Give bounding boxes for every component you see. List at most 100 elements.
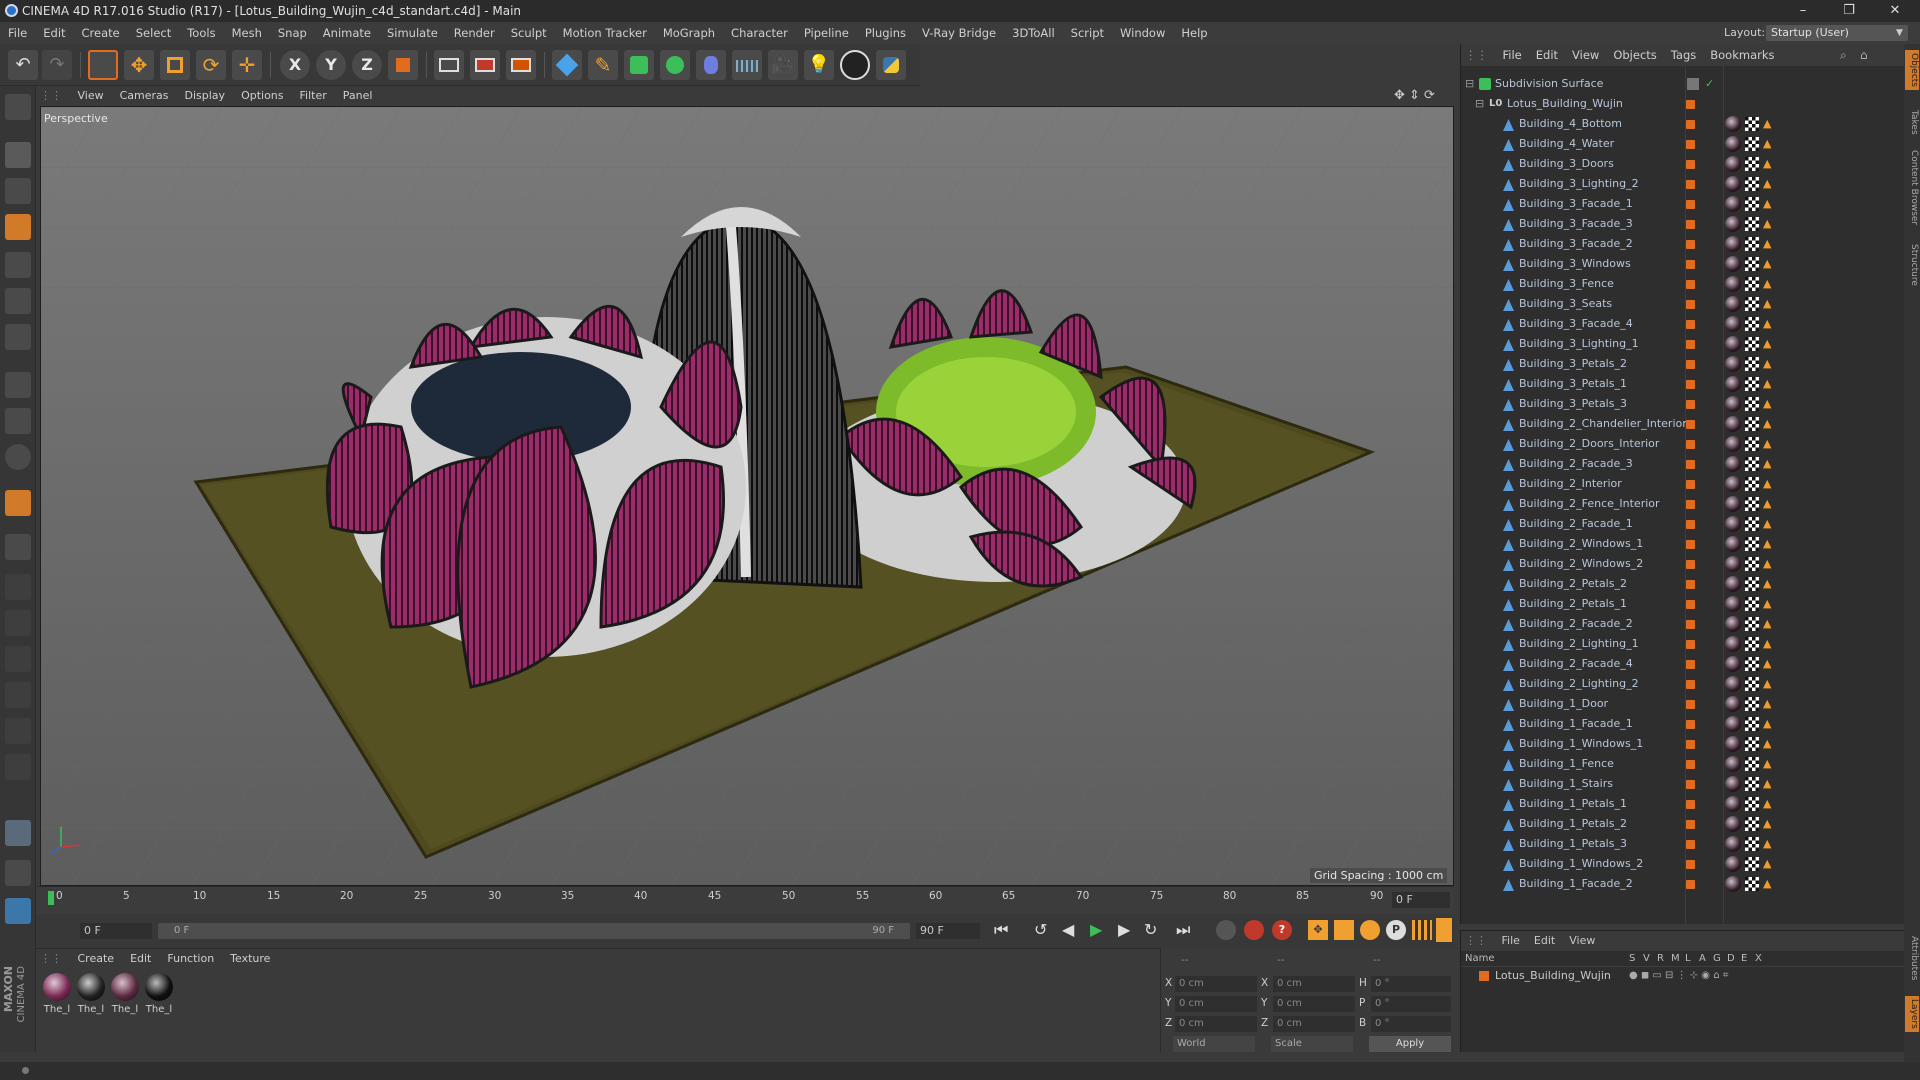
viewport-menu-panel[interactable]: Panel — [335, 86, 381, 106]
selection-tag-icon[interactable]: ▲ — [1763, 258, 1775, 270]
play-icon[interactable]: ▶ — [1090, 920, 1102, 939]
floor-icon[interactable] — [732, 50, 762, 80]
objects-menu-objects[interactable]: Objects — [1606, 44, 1663, 66]
material-tag-icon[interactable] — [1725, 736, 1741, 752]
texture-tag-icon[interactable] — [1745, 237, 1759, 251]
rotation-h-field[interactable]: 0 ° — [1371, 976, 1451, 992]
menu-pipeline[interactable]: Pipeline — [796, 22, 857, 44]
tab-takes[interactable]: Takes — [1905, 110, 1919, 135]
tab-content-browser[interactable]: Content Browser — [1905, 150, 1919, 225]
menu-character[interactable]: Character — [723, 22, 796, 44]
light-icon[interactable]: 💡 — [804, 50, 834, 80]
selection-tag-icon[interactable]: ▲ — [1763, 858, 1775, 870]
snap-icon[interactable] — [5, 444, 31, 470]
material-tag-icon[interactable] — [1725, 836, 1741, 852]
previous-frame-icon[interactable]: ◀ — [1062, 920, 1074, 939]
texture-tag-icon[interactable] — [1745, 277, 1759, 291]
object-row[interactable]: Building_4_Bottom ▲ — [1461, 114, 1905, 134]
texture-tag-icon[interactable] — [1745, 557, 1759, 571]
vray-logo-icon[interactable] — [840, 50, 870, 80]
texture-tag-icon[interactable] — [1745, 397, 1759, 411]
object-row[interactable]: Building_3_Facade_4 ▲ — [1461, 314, 1905, 334]
object-row[interactable]: Building_2_Facade_2 ▲ — [1461, 614, 1905, 634]
object-row[interactable]: Building_3_Seats ▲ — [1461, 294, 1905, 314]
texture-tag-icon[interactable] — [1745, 177, 1759, 191]
size-y-field[interactable]: 0 cm — [1273, 996, 1355, 1012]
texture-tag-icon[interactable] — [1745, 217, 1759, 231]
go-to-start-icon[interactable]: ⏮ — [994, 920, 1008, 940]
undo-icon[interactable]: ↶ — [8, 50, 38, 80]
texture-tag-icon[interactable] — [1745, 817, 1759, 831]
layers-menu-file[interactable]: File — [1495, 934, 1527, 947]
menu-select[interactable]: Select — [128, 22, 179, 44]
object-row[interactable]: Building_2_Facade_1 ▲ — [1461, 514, 1905, 534]
texture-tag-icon[interactable] — [1745, 357, 1759, 371]
material-tag-icon[interactable] — [1725, 436, 1741, 452]
selection-tag-icon[interactable]: ▲ — [1763, 138, 1775, 150]
layers-menu-edit[interactable]: Edit — [1527, 934, 1562, 947]
floor-grid-icon[interactable] — [5, 820, 31, 846]
material-tag-icon[interactable] — [1725, 356, 1741, 372]
selection-tag-icon[interactable]: ▲ — [1763, 118, 1775, 130]
timeline-window-icon[interactable] — [1436, 918, 1452, 942]
material-tag-icon[interactable] — [1725, 396, 1741, 412]
menu-render[interactable]: Render — [446, 22, 503, 44]
object-row[interactable]: Building_3_Petals_2 ▲ — [1461, 354, 1905, 374]
selection-tag-icon[interactable]: ▲ — [1763, 798, 1775, 810]
symmetry-icon[interactable] — [5, 574, 31, 600]
end-frame-field[interactable]: 90 F — [916, 923, 980, 939]
render-picture-viewer-icon[interactable] — [470, 50, 500, 80]
selection-tag-icon[interactable]: ▲ — [1763, 398, 1775, 410]
object-row[interactable]: Building_1_Petals_3 ▲ — [1461, 834, 1905, 854]
x-axis-icon[interactable]: X — [280, 50, 310, 80]
selection-tag-icon[interactable]: ▲ — [1763, 578, 1775, 590]
object-row[interactable]: Building_2_Windows_1 ▲ — [1461, 534, 1905, 554]
objects-menu-view[interactable]: View — [1565, 44, 1606, 66]
viewport-menu-display[interactable]: Display — [177, 86, 234, 106]
objects-menu-tags[interactable]: Tags — [1664, 44, 1703, 66]
material-tag-icon[interactable] — [1725, 696, 1741, 712]
selection-tag-icon[interactable]: ▲ — [1763, 178, 1775, 190]
layer-flags-icons[interactable]: ● ◼ ▭ ⊟ ⋮ ⊹ ◉ ⌂ ⌗ — [1629, 967, 1728, 985]
3d-viewport[interactable] — [40, 106, 1454, 886]
selection-tag-icon[interactable]: ▲ — [1763, 678, 1775, 690]
frame-range-slider[interactable]: 0 F 90 F — [158, 923, 910, 939]
layers-menu-view[interactable]: View — [1562, 934, 1602, 947]
position-y-field[interactable]: 0 cm — [1175, 996, 1257, 1012]
magnet-icon[interactable] — [5, 490, 31, 516]
timeline-ruler[interactable]: 0 5 10 15 20 25 30 35 40 45 50 55 60 65 … — [36, 886, 1454, 914]
texture-tag-icon[interactable] — [1745, 137, 1759, 151]
object-row[interactable]: Building_3_Facade_2 ▲ — [1461, 234, 1905, 254]
material-tag-icon[interactable] — [1725, 576, 1741, 592]
object-row-subdivision-surface[interactable]: ⊟ Subdivision Surface ✓ — [1461, 74, 1905, 94]
coordinate-mode-dropdown[interactable]: World — [1173, 1036, 1255, 1052]
material-menu-create[interactable]: Create — [70, 949, 123, 969]
menu-sculpt[interactable]: Sculpt — [503, 22, 555, 44]
texture-tag-icon[interactable] — [1745, 437, 1759, 451]
object-row[interactable]: Building_1_Petals_1 ▲ — [1461, 794, 1905, 814]
texture-tag-icon[interactable] — [1745, 837, 1759, 851]
current-frame-field[interactable]: 0 F — [1392, 892, 1450, 908]
texture-tag-icon[interactable] — [1745, 257, 1759, 271]
material-tag-icon[interactable] — [1725, 416, 1741, 432]
minimize-button[interactable]: – — [1780, 0, 1826, 22]
menu-script[interactable]: Script — [1063, 22, 1112, 44]
polygons-mode-icon[interactable] — [5, 324, 31, 350]
selection-tag-icon[interactable]: ▲ — [1763, 278, 1775, 290]
pen-spline-icon[interactable]: ✎ — [588, 50, 618, 80]
object-row[interactable]: Building_1_Petals_2 ▲ — [1461, 814, 1905, 834]
object-row[interactable]: Building_3_Facade_1 ▲ — [1461, 194, 1905, 214]
menu-snap[interactable]: Snap — [270, 22, 315, 44]
menu-create[interactable]: Create — [74, 22, 128, 44]
texture-tag-icon[interactable] — [1745, 297, 1759, 311]
texture-tag-icon[interactable] — [1745, 677, 1759, 691]
texture-mode-icon[interactable] — [5, 178, 31, 204]
position-z-field[interactable]: 0 cm — [1175, 1016, 1257, 1032]
texture-tag-icon[interactable] — [1745, 717, 1759, 731]
menu-3dtoall[interactable]: 3DToAll — [1004, 22, 1063, 44]
material-swatch[interactable]: The_l — [76, 973, 106, 1017]
object-row[interactable]: Building_2_Chandelier_Interior ▲ — [1461, 414, 1905, 434]
material-tag-icon[interactable] — [1725, 616, 1741, 632]
viewport-menu-view[interactable]: View — [70, 86, 112, 106]
selection-tag-icon[interactable]: ▲ — [1763, 638, 1775, 650]
